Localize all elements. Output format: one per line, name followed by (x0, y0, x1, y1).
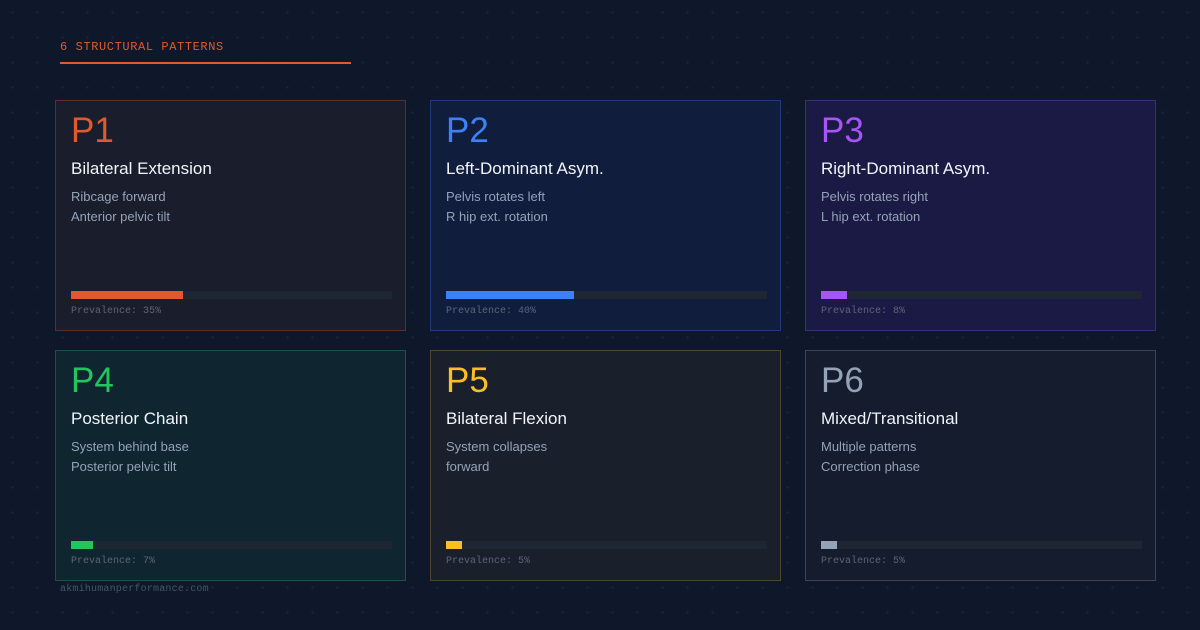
pattern-name: Bilateral Extension (71, 159, 212, 178)
pattern-description-line-2: R hip ext. rotation (446, 209, 548, 224)
pattern-description-line-1: System collapses (446, 439, 548, 454)
pattern-description-line-2: Posterior pelvic tilt (71, 459, 177, 474)
pattern-description-line-1: Ribcage forward (71, 189, 166, 204)
prevalence-bar-track (71, 291, 392, 299)
pattern-description-line-1: Pelvis rotates right (821, 189, 928, 204)
prevalence-bar-fill (446, 541, 463, 549)
footer-website: akmihumanperformance.com (60, 584, 209, 595)
prevalence-value: 35% (143, 306, 162, 317)
prevalence-label-prefix: Prevalence: (821, 306, 888, 317)
prevalence-bar-track (821, 291, 1142, 299)
pattern-description-line-2: forward (446, 459, 490, 474)
pattern-card-p4: P4 Posterior Chain System behind base Po… (55, 350, 406, 581)
pattern-name: Bilateral Flexion (446, 409, 567, 428)
pattern-name: Mixed/Transitional (821, 409, 959, 428)
prevalence-bar-fill (71, 291, 184, 299)
pattern-code: P6 (821, 361, 864, 400)
pattern-description-line-1: System behind base (71, 439, 189, 454)
section-header: 6 STRUCTURAL PATTERNS (60, 40, 351, 64)
pattern-description-line-1: Pelvis rotates left (446, 189, 545, 204)
pattern-code: P1 (71, 111, 114, 150)
prevalence-value: 8% (893, 306, 906, 317)
prevalence-label: Prevalence: 40% (446, 306, 536, 318)
prevalence-label-prefix: Prevalence: (71, 306, 138, 317)
prevalence-label: Prevalence: 8% (821, 306, 905, 318)
prevalence-bar-track (71, 541, 392, 549)
prevalence-label: Prevalence: 5% (821, 556, 905, 568)
pattern-description-line-1: Multiple patterns (821, 439, 917, 454)
section-underline (60, 62, 351, 64)
pattern-name: Left-Dominant Asym. (446, 159, 604, 178)
prevalence-bar-fill (821, 291, 847, 299)
pattern-description-line-2: Correction phase (821, 459, 920, 474)
prevalence-bar-fill (446, 291, 575, 299)
pattern-code: P2 (446, 111, 489, 150)
pattern-name: Posterior Chain (71, 409, 189, 428)
prevalence-label-prefix: Prevalence: (821, 556, 888, 567)
pattern-code: P3 (821, 111, 864, 150)
prevalence-label: Prevalence: 5% (446, 556, 530, 568)
prevalence-bar-track (446, 291, 767, 299)
pattern-description-line-2: Anterior pelvic tilt (71, 209, 170, 224)
prevalence-bar-track (821, 541, 1142, 549)
prevalence-value: 7% (143, 556, 156, 567)
prevalence-label-prefix: Prevalence: (71, 556, 138, 567)
section-title: 6 STRUCTURAL PATTERNS (60, 40, 224, 54)
prevalence-label: Prevalence: 35% (71, 306, 161, 318)
prevalence-value: 5% (893, 556, 906, 567)
prevalence-label-prefix: Prevalence: (446, 556, 513, 567)
pattern-name: Right-Dominant Asym. (821, 159, 991, 178)
pattern-card-p6: P6 Mixed/Transitional Multiple patterns … (805, 350, 1156, 581)
prevalence-value: 5% (518, 556, 531, 567)
pattern-card-p1: P1 Bilateral Extension Ribcage forward A… (55, 100, 406, 331)
pattern-description-line-2: L hip ext. rotation (821, 209, 921, 224)
prevalence-value: 40% (518, 306, 537, 317)
pattern-card-p3: P3 Right-Dominant Asym. Pelvis rotates r… (805, 100, 1156, 331)
pattern-card-p2: P2 Left-Dominant Asym. Pelvis rotates le… (430, 100, 781, 331)
prevalence-bar-fill (821, 541, 838, 549)
pattern-card-p5: P5 Bilateral Flexion System collapses fo… (430, 350, 781, 581)
prevalence-bar-fill (71, 541, 94, 549)
prevalence-label: Prevalence: 7% (71, 556, 155, 568)
prevalence-bar-track (446, 541, 767, 549)
prevalence-label-prefix: Prevalence: (446, 306, 513, 317)
pattern-code: P4 (71, 361, 114, 400)
pattern-code: P5 (446, 361, 489, 400)
